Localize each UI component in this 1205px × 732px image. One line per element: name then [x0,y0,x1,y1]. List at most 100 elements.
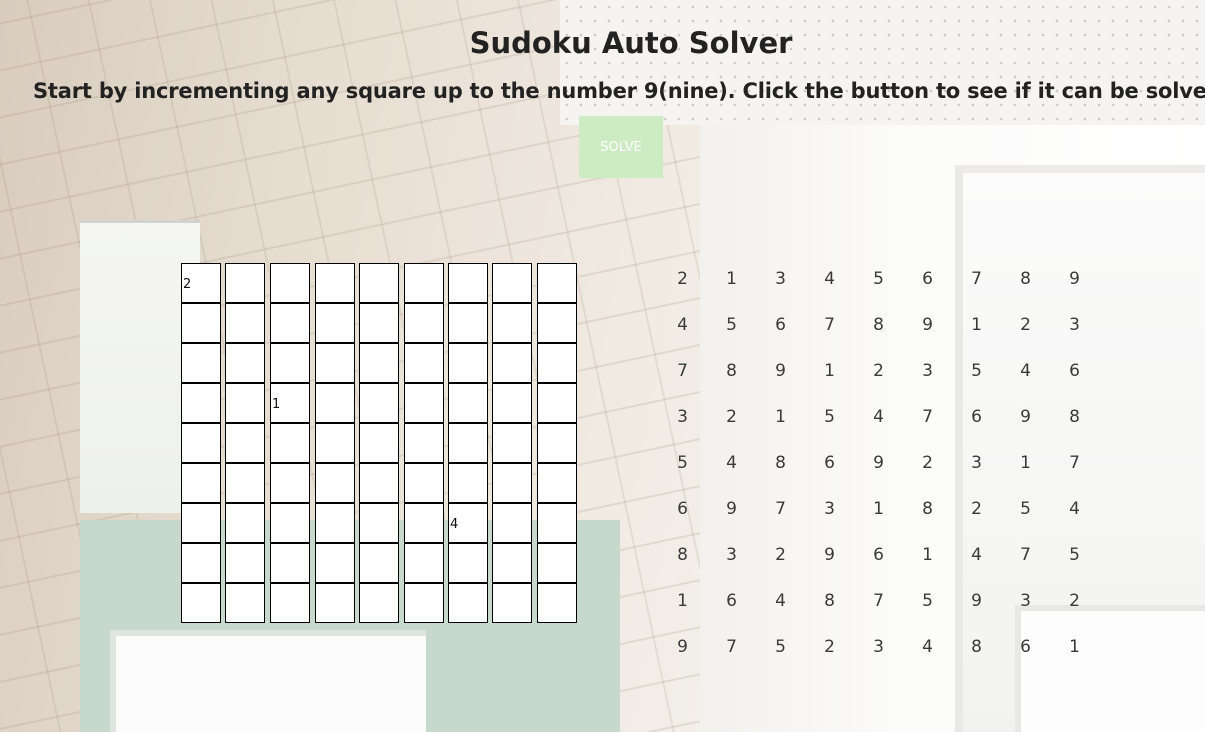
solution-number: 9 [1020,407,1031,427]
board-cell[interactable] [537,503,577,543]
board-cell[interactable] [181,583,221,623]
board-cell[interactable] [359,263,399,303]
board-cell[interactable] [315,383,355,423]
board-cell[interactable] [315,423,355,463]
board-cell[interactable] [404,263,444,303]
board-cell[interactable] [359,503,399,543]
board-cell[interactable] [492,543,532,583]
solution-number: 8 [922,499,933,519]
board-cell[interactable] [270,463,310,503]
board-cell[interactable] [448,343,488,383]
board-cell[interactable] [315,543,355,583]
board-cell[interactable] [359,303,399,343]
solution-number: 8 [971,637,982,657]
board-cell[interactable] [448,383,488,423]
board-cell[interactable] [492,583,532,623]
board-cell[interactable] [492,463,532,503]
board-cell[interactable] [492,383,532,423]
solution-number: 3 [971,453,982,473]
board-cell[interactable] [448,583,488,623]
board-cell[interactable] [448,263,488,303]
board-cell[interactable] [270,543,310,583]
board-cell[interactable] [315,263,355,303]
board-cell[interactable] [181,383,221,423]
board-cell[interactable] [225,543,265,583]
solution-number: 3 [824,499,835,519]
board-cell[interactable] [492,503,532,543]
board-cell[interactable] [537,263,577,303]
board-cell[interactable] [492,343,532,383]
board-cell[interactable] [448,303,488,343]
solution-number: 9 [1069,269,1080,289]
board-cell[interactable] [181,543,221,583]
board-cell[interactable] [359,583,399,623]
board-cell[interactable] [270,423,310,463]
board-cell[interactable] [448,463,488,503]
solution-number: 7 [922,407,933,427]
board-cell[interactable] [537,423,577,463]
board-cell[interactable] [537,303,577,343]
board-cell[interactable] [404,343,444,383]
board-cell[interactable] [492,263,532,303]
board-cell[interactable] [181,503,221,543]
board-cell[interactable] [270,343,310,383]
solution-number: 2 [971,499,982,519]
board-cell[interactable] [181,343,221,383]
board-cell[interactable] [359,343,399,383]
board-cell[interactable] [404,543,444,583]
board-cell[interactable] [225,463,265,503]
board-cell[interactable]: 2 [181,263,221,303]
board-cell[interactable] [448,423,488,463]
solution-number: 3 [922,361,933,381]
solve-button[interactable]: SOLVE [579,116,663,178]
board-cell[interactable] [404,383,444,423]
solution-number: 3 [1020,591,1031,611]
solution-number: 6 [726,591,737,611]
solution-number: 3 [775,269,786,289]
board-cell[interactable] [270,303,310,343]
board-cell[interactable] [404,463,444,503]
board-cell[interactable] [181,463,221,503]
board-cell[interactable] [225,503,265,543]
board-cell[interactable] [225,423,265,463]
board-cell[interactable] [537,543,577,583]
board-cell[interactable] [181,303,221,343]
solution-number: 4 [677,315,688,335]
board-cell[interactable] [492,303,532,343]
board-cell[interactable] [359,463,399,503]
board-cell[interactable] [225,343,265,383]
board-cell[interactable] [359,423,399,463]
board-cell[interactable]: 1 [270,383,310,423]
board-cell[interactable] [315,303,355,343]
board-cell[interactable] [448,543,488,583]
board-cell[interactable]: 4 [448,503,488,543]
board-cell[interactable] [270,263,310,303]
board-cell[interactable] [181,423,221,463]
board-cell[interactable] [270,503,310,543]
solution-number: 2 [775,545,786,565]
board-cell[interactable] [315,503,355,543]
board-cell[interactable] [537,463,577,503]
board-cell[interactable] [404,503,444,543]
board-cell[interactable] [404,423,444,463]
board-cell[interactable] [359,383,399,423]
solution-number: 3 [677,407,688,427]
board-cell[interactable] [537,583,577,623]
board-cell[interactable] [225,383,265,423]
board-cell[interactable] [359,543,399,583]
solution-number: 7 [775,499,786,519]
board-cell[interactable] [225,583,265,623]
board-cell[interactable] [225,263,265,303]
solution-number: 1 [1020,453,1031,473]
board-cell[interactable] [315,343,355,383]
board-cell[interactable] [404,303,444,343]
board-cell[interactable] [315,463,355,503]
board-cell[interactable] [225,303,265,343]
solution-number: 7 [1069,453,1080,473]
board-cell[interactable] [537,383,577,423]
board-cell[interactable] [270,583,310,623]
board-cell[interactable] [315,583,355,623]
board-cell[interactable] [492,423,532,463]
board-cell[interactable] [404,583,444,623]
board-cell[interactable] [537,343,577,383]
